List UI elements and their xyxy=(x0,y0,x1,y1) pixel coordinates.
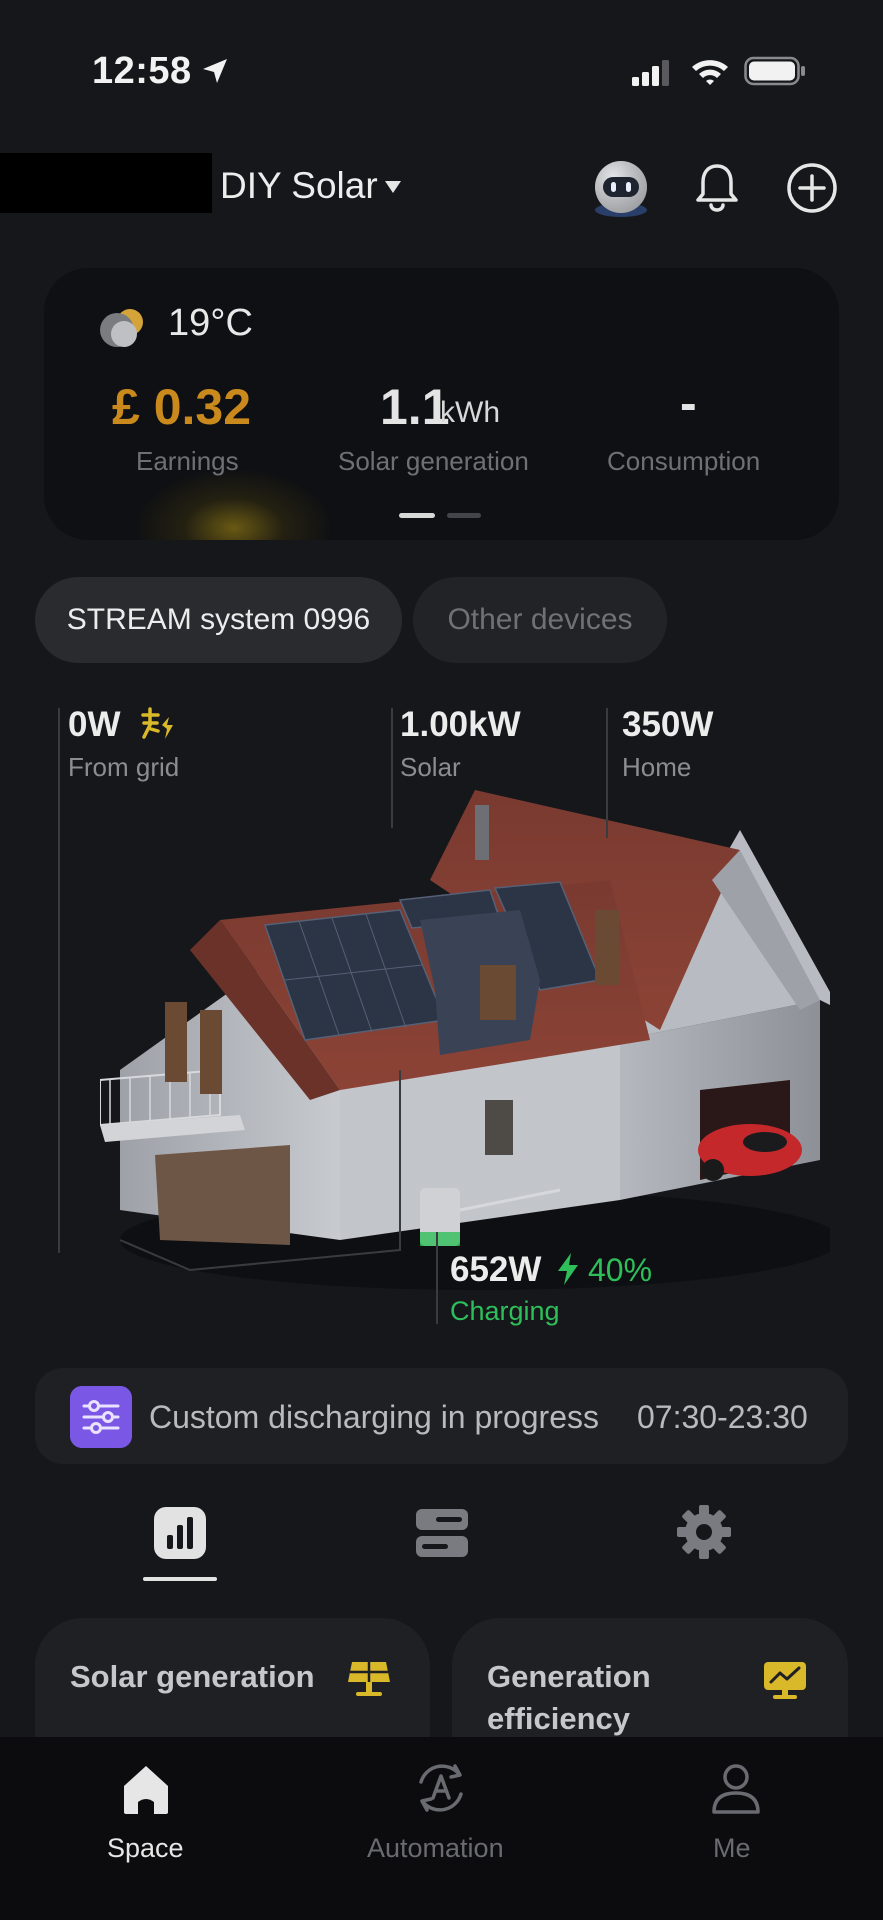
grid-flow-line xyxy=(58,708,60,1253)
consumption-value: - xyxy=(680,375,697,431)
space-selector[interactable]: DIY Solar xyxy=(220,165,378,207)
battery-status: Charging xyxy=(450,1296,560,1326)
tariff-icon xyxy=(141,707,173,739)
home-power-value: 350W xyxy=(622,705,714,744)
sliders-icon xyxy=(70,1386,132,1448)
caret-down-icon[interactable] xyxy=(384,180,402,194)
battery-flow-line xyxy=(436,1232,438,1324)
settings-gear-icon[interactable] xyxy=(675,1503,733,1561)
solar-generation-unit: kWh xyxy=(440,396,500,429)
house-illustration xyxy=(100,790,830,1290)
wifi-icon xyxy=(692,60,728,85)
active-tab-underline xyxy=(143,1577,217,1581)
automation-nav-icon[interactable] xyxy=(413,1760,469,1816)
page-indicator-inactive[interactable] xyxy=(447,513,481,518)
grid-label: From grid xyxy=(68,752,180,782)
bell-icon[interactable] xyxy=(694,162,740,212)
home-label: Home xyxy=(622,752,692,782)
solar-power-value: 1.00kW xyxy=(400,705,521,744)
earnings-label: Earnings xyxy=(136,446,239,476)
consumption-label: Consumption xyxy=(607,446,761,476)
banner-text: Custom discharging in progress xyxy=(149,1399,599,1435)
solar-flow-line xyxy=(391,708,393,828)
lightning-bolt-icon xyxy=(558,1253,578,1285)
grid-power-value: 0W xyxy=(68,705,121,744)
solar-generation-card-title: Solar generation xyxy=(70,1659,315,1694)
statistics-tab-icon[interactable] xyxy=(152,1505,208,1561)
energy-summary-card[interactable]: 19°C £ 0.32 1.1 kWh - Earnings Solar gen… xyxy=(44,268,839,540)
battery-icon xyxy=(744,56,805,86)
nav-label-automation[interactable]: Automation xyxy=(367,1833,504,1864)
device-tab-stream-system[interactable]: STREAM system 0996 xyxy=(35,577,402,663)
home-nav-icon[interactable] xyxy=(118,1762,174,1818)
home-flow-line xyxy=(606,708,608,838)
earnings-value: £ 0.32 xyxy=(112,379,252,435)
efficiency-chart-icon xyxy=(764,1662,806,1699)
nav-label-me[interactable]: Me xyxy=(713,1833,751,1864)
location-arrow-icon xyxy=(203,59,227,83)
solar-label: Solar xyxy=(400,752,461,782)
add-circle-icon[interactable] xyxy=(786,162,838,214)
battery-power-value: 652W xyxy=(450,1250,542,1289)
temperature: 19°C xyxy=(168,302,253,344)
page-indicator-active xyxy=(399,513,435,518)
banner-time-range: 07:30-23:30 xyxy=(637,1399,808,1435)
solar-generation-label: Solar generation xyxy=(338,446,529,476)
profile-nav-icon[interactable] xyxy=(708,1760,764,1816)
nav-label-space[interactable]: Space xyxy=(107,1833,184,1864)
partly-cloudy-icon xyxy=(100,309,143,347)
sun-glow xyxy=(134,468,334,540)
devices-tab-icon[interactable] xyxy=(414,1505,470,1561)
robot-assistant-icon[interactable] xyxy=(590,158,652,220)
battery-percent: 40% xyxy=(588,1252,653,1288)
device-tab-other-devices[interactable]: Other devices xyxy=(413,577,667,663)
solar-panel-icon xyxy=(348,1662,390,1696)
generation-efficiency-card-title: Generation efficiency xyxy=(487,1659,651,1736)
cellular-signal-icon xyxy=(632,60,669,86)
redacted-block xyxy=(0,153,212,213)
status-time: 12:58 xyxy=(92,50,192,92)
